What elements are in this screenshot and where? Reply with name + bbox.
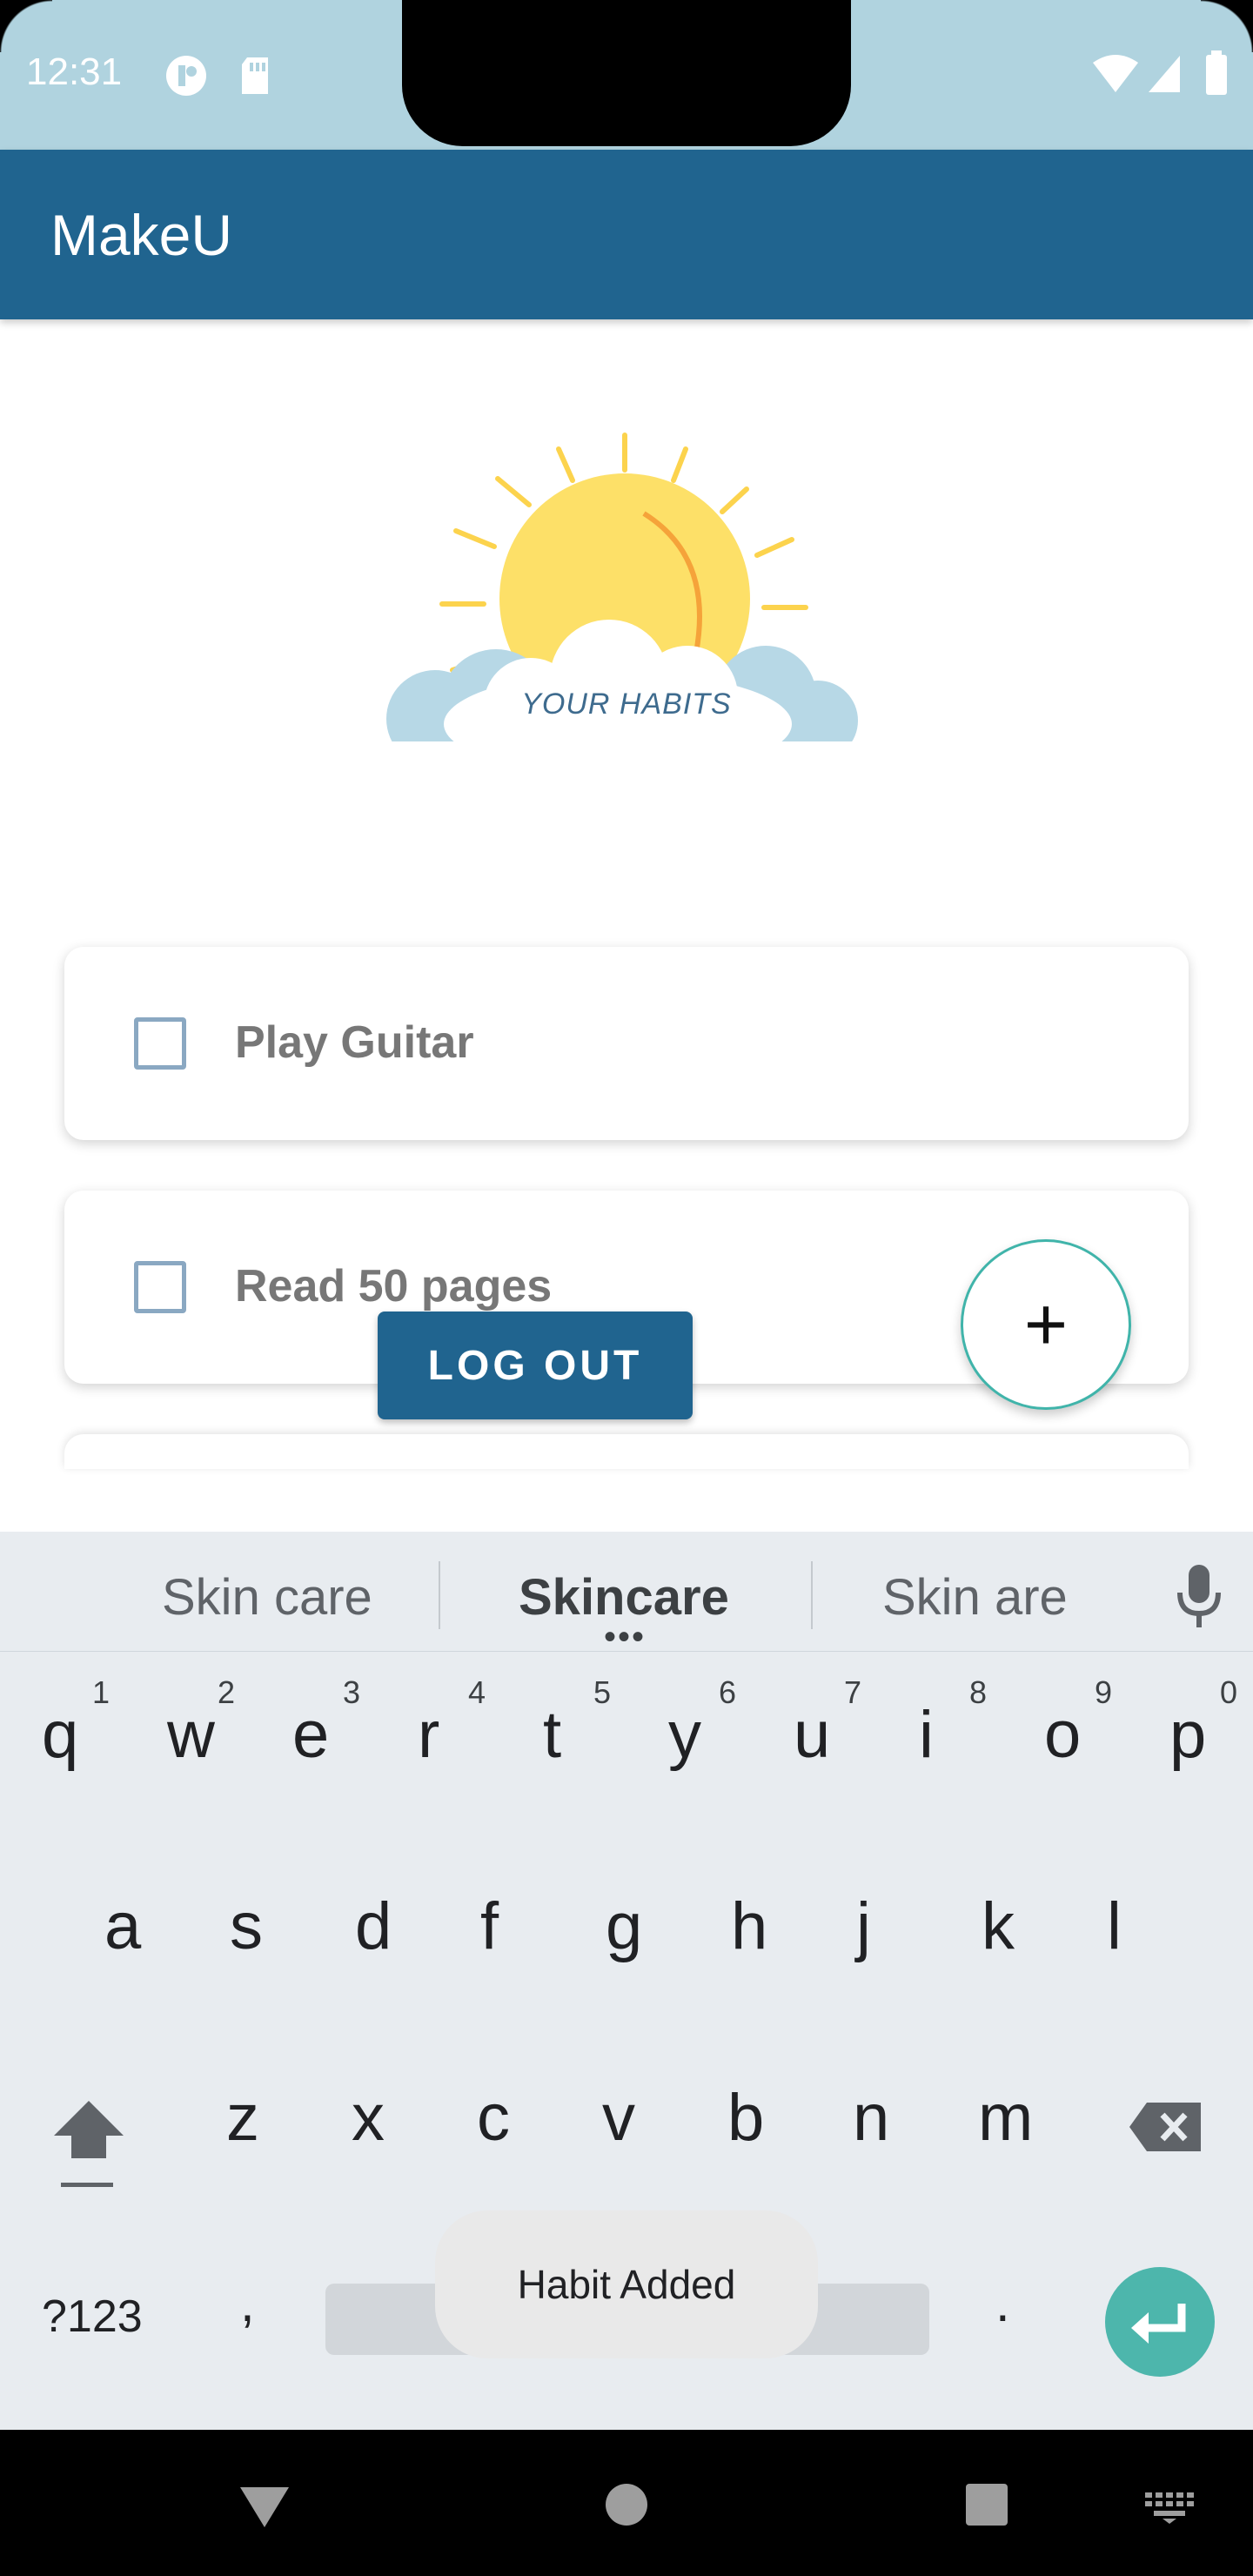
key-i[interactable]: i bbox=[919, 1697, 934, 1773]
battery-icon bbox=[1206, 50, 1227, 95]
status-time: 12:31 bbox=[26, 50, 123, 93]
suggestion-divider bbox=[439, 1561, 440, 1629]
key-y[interactable]: y bbox=[668, 1697, 701, 1773]
period-key[interactable]: . bbox=[995, 2273, 1010, 2333]
key-d[interactable]: d bbox=[355, 1888, 392, 1964]
key-g[interactable]: g bbox=[606, 1888, 642, 1964]
habit-checkbox[interactable] bbox=[134, 1261, 186, 1313]
key-e[interactable]: e bbox=[292, 1697, 329, 1773]
habit-card[interactable]: Play Guitar bbox=[64, 947, 1189, 1140]
screen-corner bbox=[1201, 0, 1253, 52]
enter-icon bbox=[1131, 2304, 1186, 2344]
key-s[interactable]: s bbox=[230, 1888, 263, 1964]
add-habit-button[interactable]: + bbox=[961, 1239, 1131, 1410]
key-hint-number: 9 bbox=[1095, 1674, 1113, 1710]
suggestion-right[interactable]: Skin are bbox=[882, 1568, 1068, 1627]
key-hint-number: 8 bbox=[969, 1674, 988, 1710]
key-w[interactable]: w bbox=[167, 1697, 215, 1773]
shift-icon[interactable] bbox=[50, 2096, 127, 2190]
sun-cloud-icon bbox=[383, 433, 870, 783]
status-bar: 12:31 bbox=[0, 0, 1253, 150]
key-hint-number: 4 bbox=[468, 1674, 486, 1710]
suggestion-left[interactable]: Skin care bbox=[162, 1568, 372, 1627]
back-icon[interactable] bbox=[237, 2482, 292, 2531]
sd-card-icon bbox=[242, 57, 268, 94]
toast-message: Habit Added bbox=[435, 2210, 818, 2358]
key-h[interactable]: h bbox=[731, 1888, 767, 1964]
key-b[interactable]: b bbox=[727, 2080, 764, 2156]
recents-icon[interactable] bbox=[964, 2482, 1009, 2527]
suggestion-divider bbox=[811, 1561, 813, 1629]
suggestion-strip: Skin care Skincare ••• Skin are bbox=[0, 1532, 1253, 1656]
key-x[interactable]: x bbox=[352, 2080, 385, 2156]
key-hint-number: 5 bbox=[593, 1674, 612, 1710]
habit-label: Read 50 pages bbox=[235, 1261, 553, 1311]
habit-checkbox[interactable] bbox=[134, 1017, 186, 1070]
key-q[interactable]: q bbox=[42, 1697, 78, 1773]
key-p[interactable]: p bbox=[1169, 1697, 1206, 1773]
key-hint-number: 6 bbox=[719, 1674, 737, 1710]
plus-icon: + bbox=[1023, 1282, 1069, 1366]
your-habits-label: YOUR HABITS bbox=[521, 688, 732, 721]
wifi-icon bbox=[1093, 55, 1138, 92]
display-notch bbox=[402, 0, 851, 146]
cell-signal-icon bbox=[1149, 56, 1180, 92]
key-m[interactable]: m bbox=[978, 2080, 1033, 2156]
your-habits-illustration: YOUR HABITS bbox=[383, 418, 870, 783]
key-r[interactable]: r bbox=[418, 1697, 439, 1773]
microphone-icon[interactable] bbox=[1175, 1563, 1223, 1629]
home-icon[interactable] bbox=[604, 2482, 649, 2527]
key-c[interactable]: c bbox=[477, 2080, 510, 2156]
key-l[interactable]: l bbox=[1107, 1888, 1122, 1964]
logout-button[interactable]: LOG OUT bbox=[378, 1311, 693, 1419]
navigation-bar bbox=[0, 2430, 1253, 2576]
comma-key[interactable]: , bbox=[240, 2273, 255, 2333]
key-k[interactable]: k bbox=[982, 1888, 1015, 1964]
key-u[interactable]: u bbox=[794, 1697, 830, 1773]
key-v[interactable]: v bbox=[602, 2080, 635, 2156]
key-z[interactable]: z bbox=[226, 2080, 259, 2156]
key-j[interactable]: j bbox=[856, 1888, 871, 1964]
habit-label: Play Guitar bbox=[235, 1017, 474, 1068]
key-o[interactable]: o bbox=[1044, 1697, 1081, 1773]
key-n[interactable]: n bbox=[853, 2080, 889, 2156]
key-hint-number: 3 bbox=[343, 1674, 361, 1710]
backspace-icon[interactable] bbox=[1128, 2101, 1204, 2153]
key-hint-number: 1 bbox=[92, 1674, 111, 1710]
key-hint-number: 2 bbox=[218, 1674, 236, 1710]
symbols-key[interactable]: ?123 bbox=[42, 2291, 143, 2343]
key-hint-number: 0 bbox=[1220, 1674, 1238, 1710]
screen-corner bbox=[0, 0, 52, 52]
key-t[interactable]: t bbox=[543, 1697, 561, 1773]
key-hint-number: 7 bbox=[844, 1674, 862, 1710]
app-bar: MakeU bbox=[0, 150, 1253, 319]
app-notification-icon bbox=[166, 56, 206, 96]
app-title: MakeU bbox=[50, 203, 233, 267]
enter-key[interactable] bbox=[1105, 2267, 1215, 2377]
keyboard-switch-icon[interactable] bbox=[1142, 2489, 1197, 2524]
habit-card-partial[interactable] bbox=[64, 1434, 1189, 1469]
key-a[interactable]: a bbox=[104, 1888, 141, 1964]
more-suggestions-indicator: ••• bbox=[604, 1618, 647, 1656]
key-f[interactable]: f bbox=[480, 1888, 499, 1964]
